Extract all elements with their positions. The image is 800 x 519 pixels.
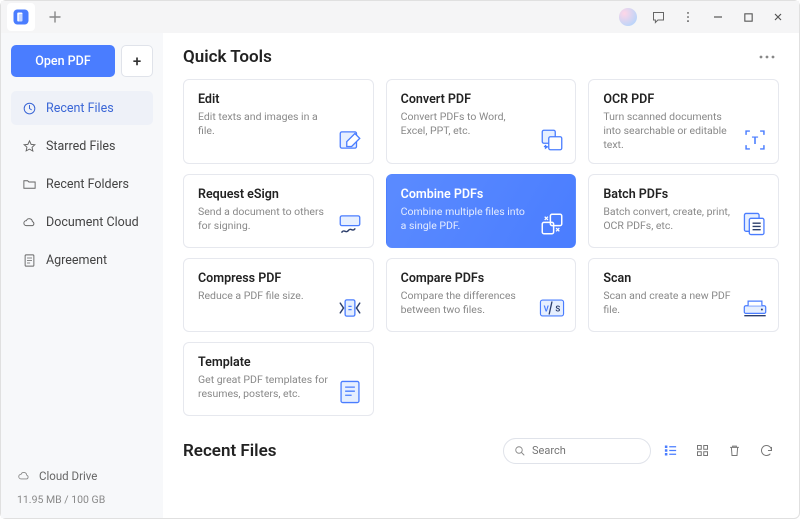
sidebar-item-agreement[interactable]: Agreement [11,243,153,277]
search-input[interactable] [532,444,640,457]
comment-icon[interactable] [643,3,673,31]
cloud-drive-link[interactable]: Cloud Drive [11,465,153,487]
tool-desc: Scan and create a new PDF file. [603,289,733,317]
sidebar: Open PDF + Recent Files Starred Files Re… [1,33,163,518]
open-pdf-button[interactable]: Open PDF [11,45,115,77]
esign-icon [337,211,363,237]
view-grid-button[interactable] [689,438,715,464]
tool-title: Template [198,355,361,370]
tool-desc: Compare the differences between two file… [401,289,531,317]
main-content: Quick Tools Edit Edit texts and images i… [163,33,799,518]
tool-desc: Turn scanned documents into searchable o… [603,110,733,153]
tool-card-edit[interactable]: Edit Edit texts and images in a file. [183,79,374,164]
window-close[interactable] [763,3,793,31]
cloud-drive-label: Cloud Drive [39,469,97,483]
tool-desc: Get great PDF templates for resumes, pos… [198,373,328,401]
tool-title: Compare PDFs [401,271,564,286]
tool-title: Convert PDF [401,92,564,107]
sidebar-item-label: Starred Files [46,139,116,154]
sidebar-item-label: Document Cloud [46,215,139,230]
view-list-button[interactable] [657,438,683,464]
recent-files-heading: Recent Files [183,441,276,461]
storage-text: 11.95 MB / 100 GB [11,491,153,510]
ocr-icon: T [742,127,768,153]
clock-icon [21,100,37,116]
window-maximize[interactable] [733,3,763,31]
tool-desc: Convert PDFs to Word, Excel, PPT, etc. [401,110,531,138]
sidebar-item-document-cloud[interactable]: Document Cloud [11,205,153,239]
sidebar-item-recent-folders[interactable]: Recent Folders [11,167,153,201]
refresh-button[interactable] [753,438,779,464]
star-icon [21,138,37,154]
titlebar [1,1,799,33]
tool-title: Combine PDFs [401,187,564,202]
tool-card-batch[interactable]: Batch PDFs Batch convert, create, print,… [588,174,779,248]
tool-card-combine[interactable]: Combine PDFs Combine multiple files into… [386,174,577,248]
combine-icon [539,211,565,237]
scan-icon [742,295,768,321]
tool-title: Request eSign [198,187,361,202]
vertical-dots-icon[interactable] [673,3,703,31]
convert-icon [539,127,565,153]
tool-card-convert[interactable]: Convert PDF Convert PDFs to Word, Excel,… [386,79,577,164]
tool-desc: Combine multiple files into a single PDF… [401,205,531,233]
tool-card-ocr[interactable]: OCR PDF Turn scanned documents into sear… [588,79,779,164]
svg-text:T: T [752,134,759,147]
quick-tools-heading: Quick Tools [183,47,272,67]
template-icon [337,379,363,405]
tool-title: OCR PDF [603,92,766,107]
svg-text:S: S [556,304,561,313]
cloud-icon [17,469,31,483]
tool-card-scan[interactable]: Scan Scan and create a new PDF file. [588,258,779,332]
tool-desc: Edit texts and images in a file. [198,110,328,138]
tool-desc: Send a document to others for signing. [198,205,328,233]
edit-icon [337,127,363,153]
folder-icon [21,176,37,192]
tool-title: Edit [198,92,361,107]
quick-tools-more-button[interactable] [755,51,779,63]
sidebar-item-label: Recent Files [46,101,114,116]
sidebar-item-recent-files[interactable]: Recent Files [11,91,153,125]
delete-button[interactable] [721,438,747,464]
batch-icon [742,211,768,237]
svg-text:V: V [544,304,550,313]
tool-card-compare[interactable]: Compare PDFs Compare the differences bet… [386,258,577,332]
sidebar-item-label: Agreement [46,253,107,268]
compress-icon [337,295,363,321]
search-box[interactable] [503,438,651,464]
app-logo [7,3,35,31]
tool-desc: Reduce a PDF file size. [198,289,328,303]
create-pdf-button[interactable]: + [121,45,153,77]
sidebar-item-label: Recent Folders [46,177,129,192]
tool-title: Batch PDFs [603,187,766,202]
tool-card-compress[interactable]: Compress PDF Reduce a PDF file size. [183,258,374,332]
tool-card-template[interactable]: Template Get great PDF templates for res… [183,342,374,416]
cloud-icon [21,214,37,230]
window-minimize[interactable] [703,3,733,31]
tool-title: Scan [603,271,766,286]
tool-title: Compress PDF [198,271,361,286]
sidebar-item-starred-files[interactable]: Starred Files [11,129,153,163]
compare-icon: VS [539,295,565,321]
search-icon [514,445,526,457]
new-tab-button[interactable] [41,3,69,31]
tool-desc: Batch convert, create, print, OCR PDFs, … [603,205,733,233]
user-avatar[interactable] [613,3,643,31]
document-icon [21,252,37,268]
tool-card-esign[interactable]: Request eSign Send a document to others … [183,174,374,248]
